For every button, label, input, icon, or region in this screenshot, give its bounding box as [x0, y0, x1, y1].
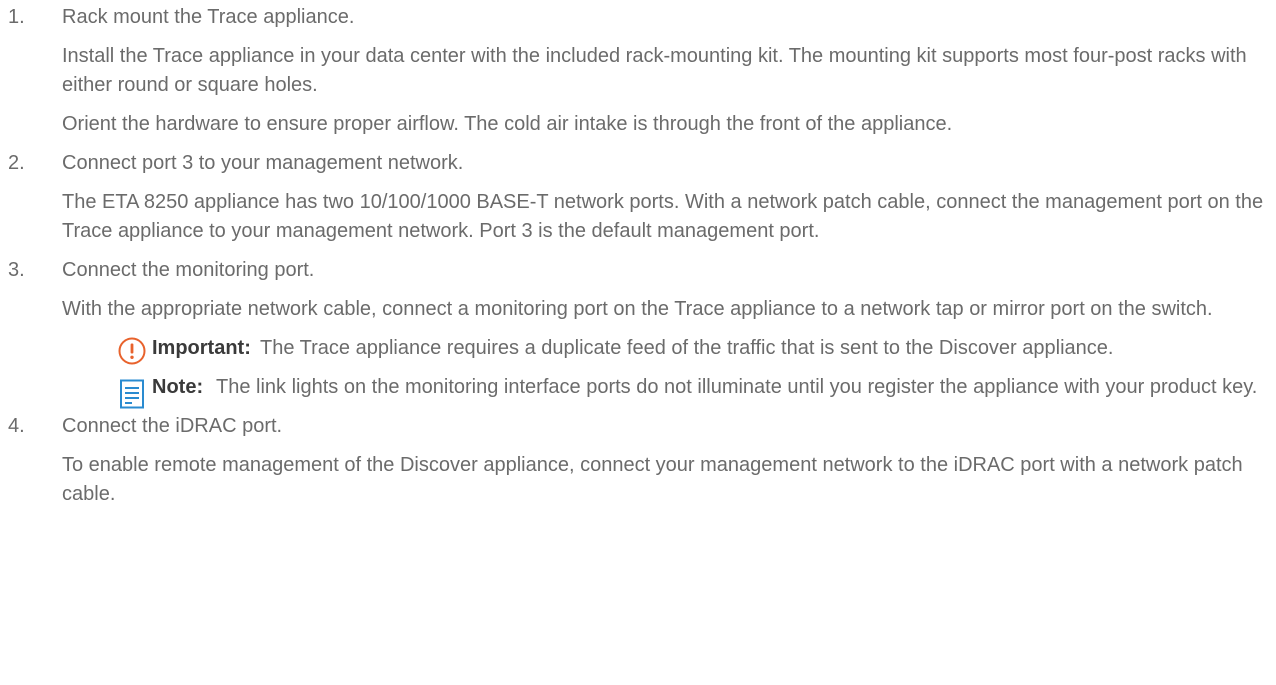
important-icon [118, 337, 146, 365]
step-number: 4. [8, 415, 25, 437]
step-title: Connect the monitoring port. [62, 259, 315, 281]
step-number: 2. [8, 152, 25, 174]
step-number: 3. [8, 259, 25, 281]
note-callout: Note: The link lights on the monitoring … [62, 373, 1270, 409]
step-paragraph: Install the Trace appliance in your data… [62, 45, 1247, 96]
important-callout: Important: The Trace appliance requires … [62, 334, 1270, 365]
important-label: Important: [152, 337, 251, 359]
step-paragraph: The ETA 8250 appliance has two 10/100/10… [62, 191, 1264, 242]
installation-steps: 1. Rack mount the Trace appliance. Insta… [8, 3, 1270, 519]
step-2: 2. Connect port 3 to your management net… [8, 149, 1270, 246]
note-icon [120, 379, 144, 409]
step-paragraph: To enable remote management of the Disco… [62, 454, 1243, 505]
step-1: 1. Rack mount the Trace appliance. Insta… [8, 3, 1270, 139]
note-text: The link lights on the monitoring interf… [216, 376, 1258, 398]
important-text: The Trace appliance requires a duplicate… [260, 337, 1114, 359]
step-number: 1. [8, 6, 25, 28]
step-paragraph: With the appropriate network cable, conn… [62, 298, 1213, 320]
step-title: Rack mount the Trace appliance. [62, 6, 355, 28]
step-3: 3. Connect the monitoring port. With the… [8, 256, 1270, 409]
step-title: Connect the iDRAC port. [62, 415, 283, 437]
step-paragraph: Orient the hardware to ensure proper air… [62, 113, 953, 135]
note-label: Note: [152, 376, 204, 398]
step-title: Connect port 3 to your management networ… [62, 152, 464, 174]
step-4: 4. Connect the iDRAC port. To enable rem… [8, 412, 1270, 509]
